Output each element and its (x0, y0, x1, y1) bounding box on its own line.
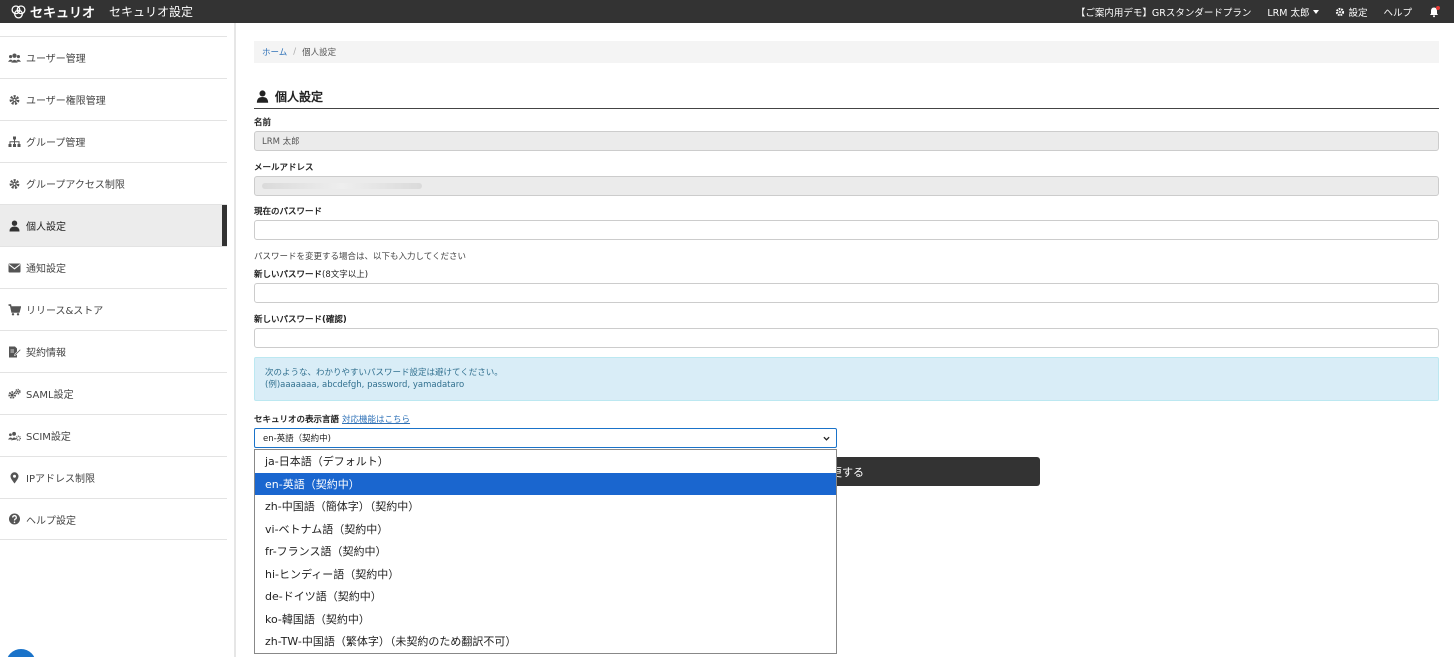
user-icon (256, 90, 269, 103)
sidebar-item-label: ユーザー権限管理 (26, 96, 106, 107)
sidebar-item-label: 通知設定 (26, 264, 66, 275)
language-option-selected[interactable]: en-英語（契約中） (255, 472, 836, 495)
sidebar-item-user-permissions[interactable]: ユーザー権限管理 (0, 78, 227, 120)
sidebar-item-group-access[interactable]: グループアクセス制限 (0, 162, 227, 204)
plan-link[interactable]: 【ご案内用デモ】GRスタンダードプラン (1076, 5, 1251, 19)
app-title: セキュリオ設定 (109, 5, 194, 19)
top-nav: 【ご案内用デモ】GRスタンダードプラン LRM 太郎 設定 ヘルプ (1060, 5, 1454, 19)
caret-down-icon (1313, 9, 1320, 14)
sidebar-item-label: 個人設定 (26, 222, 66, 233)
new-password-input[interactable] (254, 283, 1439, 303)
sidebar-item-label: ユーザー管理 (26, 54, 86, 65)
sidebar-item-ip-restriction[interactable]: IPアドレス制限 (0, 456, 227, 498)
breadcrumb: ホーム / 個人設定 (254, 41, 1439, 63)
page-title-text: 個人設定 (275, 90, 324, 104)
alert-line-1: 次のような、わかりやすいパスワード設定は避けてください。 (265, 368, 503, 378)
sidebar-item-users[interactable]: ユーザー管理 (0, 36, 227, 78)
language-option[interactable]: de-ドイツ語（契約中） (255, 585, 836, 608)
language-option[interactable]: zh-TW-中国語（繁体字）（未契約のため翻訳不可） (255, 630, 836, 653)
sidebar-item-personal-settings[interactable]: 個人設定 (0, 204, 227, 246)
help-link[interactable]: ヘルプ (1383, 5, 1412, 19)
language-label-text: セキュリオの表示言語 (254, 415, 340, 425)
users-gear-icon (8, 431, 21, 441)
sidebar-item-groups[interactable]: グループ管理 (0, 120, 227, 162)
sidebar-item-contract[interactable]: 契約情報 (0, 330, 227, 372)
password-warning-alert: 次のような、わかりやすいパスワード設定は避けてください。 (例)aaaaaaa,… (254, 357, 1439, 401)
sidebar-item-label: グループ管理 (26, 138, 86, 149)
chat-widget-button[interactable] (6, 649, 36, 657)
gear-icon (9, 178, 20, 189)
cart-icon (8, 303, 21, 315)
settings-link[interactable]: 設定 (1335, 5, 1367, 19)
name-label: 名前 (254, 118, 272, 128)
name-field: LRM 太郎 (254, 131, 1439, 151)
map-marker-icon (10, 471, 19, 483)
gears-icon (8, 388, 21, 399)
logo-text: セキュリオ (30, 6, 96, 21)
sidebar-menu: ユーザー管理 ユーザー権限管理 グループ管理 グループアクセス制限 個人設定 通… (0, 36, 227, 540)
logo-icon (11, 5, 26, 19)
alert-line-2: (例)aaaaaaa, abcdefgh, password, yamadata… (265, 380, 465, 390)
bell-icon (1430, 5, 1440, 17)
sidebar-item-scim[interactable]: SCIM設定 (0, 414, 227, 456)
sidebar-item-label: 契約情報 (26, 348, 66, 359)
sidebar-item-label: SCIM設定 (26, 432, 71, 443)
user-menu[interactable]: LRM 太郎 (1267, 5, 1320, 19)
logo[interactable]: セキュリオ (10, 2, 95, 21)
sitemap-icon (8, 136, 21, 147)
language-label: セキュリオの表示言語 対応機能はこちら (254, 413, 410, 425)
sidebar-item-label: SAML設定 (26, 390, 74, 401)
sidebar-item-release-store[interactable]: リリース&ストア (0, 288, 227, 330)
current-password-label: 現在のパスワード (254, 207, 323, 217)
gear-icon (1336, 7, 1345, 16)
sidebar-item-help-settings[interactable]: ヘルプ設定 (0, 498, 227, 540)
language-select-value: en-英語（契約中) (263, 434, 332, 444)
email-field (254, 176, 1439, 196)
current-password-input[interactable] (254, 220, 1439, 240)
notification-button[interactable] (1428, 5, 1454, 18)
language-option[interactable]: ko-韓国語（契約中） (255, 608, 836, 631)
gear-icon (9, 94, 20, 105)
password-change-hint: パスワードを変更する場合は、以下も入力してください (254, 252, 466, 262)
confirm-password-input[interactable] (254, 328, 1439, 348)
breadcrumb-current: 個人設定 (302, 48, 337, 58)
sidebar-item-label: ヘルプ設定 (26, 515, 76, 527)
sidebar-item-label: グループアクセス制限 (26, 180, 125, 191)
submit-button[interactable]: 更する (834, 457, 1040, 486)
contract-edit-icon (9, 346, 21, 357)
email-redacted (262, 183, 422, 189)
language-option[interactable]: fr-フランス語（契約中） (255, 540, 836, 563)
language-option[interactable]: ja-日本語（デフォルト） (255, 450, 836, 473)
user-icon (9, 220, 20, 231)
new-password-label: 新しいパスワード(8文字以上) (254, 268, 368, 280)
confirm-password-label: 新しいパスワード(確認) (254, 315, 347, 325)
sidebar-item-label: IPアドレス制限 (26, 474, 95, 485)
language-dropdown-list: ja-日本語（デフォルト） en-英語（契約中） zh-中国語（簡体字）（契約中… (254, 449, 837, 654)
top-navbar: セキュリオ セキュリオ設定 【ご案内用デモ】GRスタンダードプラン LRM 太郎… (0, 0, 1454, 23)
new-password-label-text: 新しいパスワード (254, 270, 323, 280)
settings-label: 設定 (1348, 7, 1368, 19)
submit-button-label: 更する (834, 465, 864, 479)
sidebar-item-label: リリース&ストア (26, 306, 104, 317)
sidebar-item-notifications[interactable]: 通知設定 (0, 246, 227, 288)
envelope-icon (8, 263, 21, 272)
page-title: 個人設定 (254, 85, 1439, 109)
language-option[interactable]: zh-中国語（簡体字）（契約中） (255, 495, 836, 518)
chevron-down-icon (823, 436, 830, 441)
question-circle-icon (9, 513, 20, 525)
language-option[interactable]: hi-ヒンディー語（契約中） (255, 563, 836, 586)
email-label: メールアドレス (254, 163, 314, 173)
new-password-label-sub: (8文字以上) (322, 270, 369, 280)
users-icon (8, 53, 21, 63)
name-value: LRM 太郎 (262, 137, 300, 147)
breadcrumb-home-link[interactable]: ホーム (262, 46, 287, 58)
language-option[interactable]: vi-ベトナム語（契約中） (255, 518, 836, 541)
breadcrumb-separator: / (293, 47, 297, 57)
language-select[interactable]: en-英語（契約中) (254, 428, 837, 448)
sidebar-item-saml[interactable]: SAML設定 (0, 372, 227, 414)
submit-button-clip: 更する (834, 457, 1040, 486)
sidebar: ユーザー管理 ユーザー権限管理 グループ管理 グループアクセス制限 個人設定 通… (0, 23, 236, 657)
supported-features-link[interactable]: 対応機能はこちら (342, 415, 410, 425)
user-name: LRM 太郎 (1267, 7, 1310, 19)
